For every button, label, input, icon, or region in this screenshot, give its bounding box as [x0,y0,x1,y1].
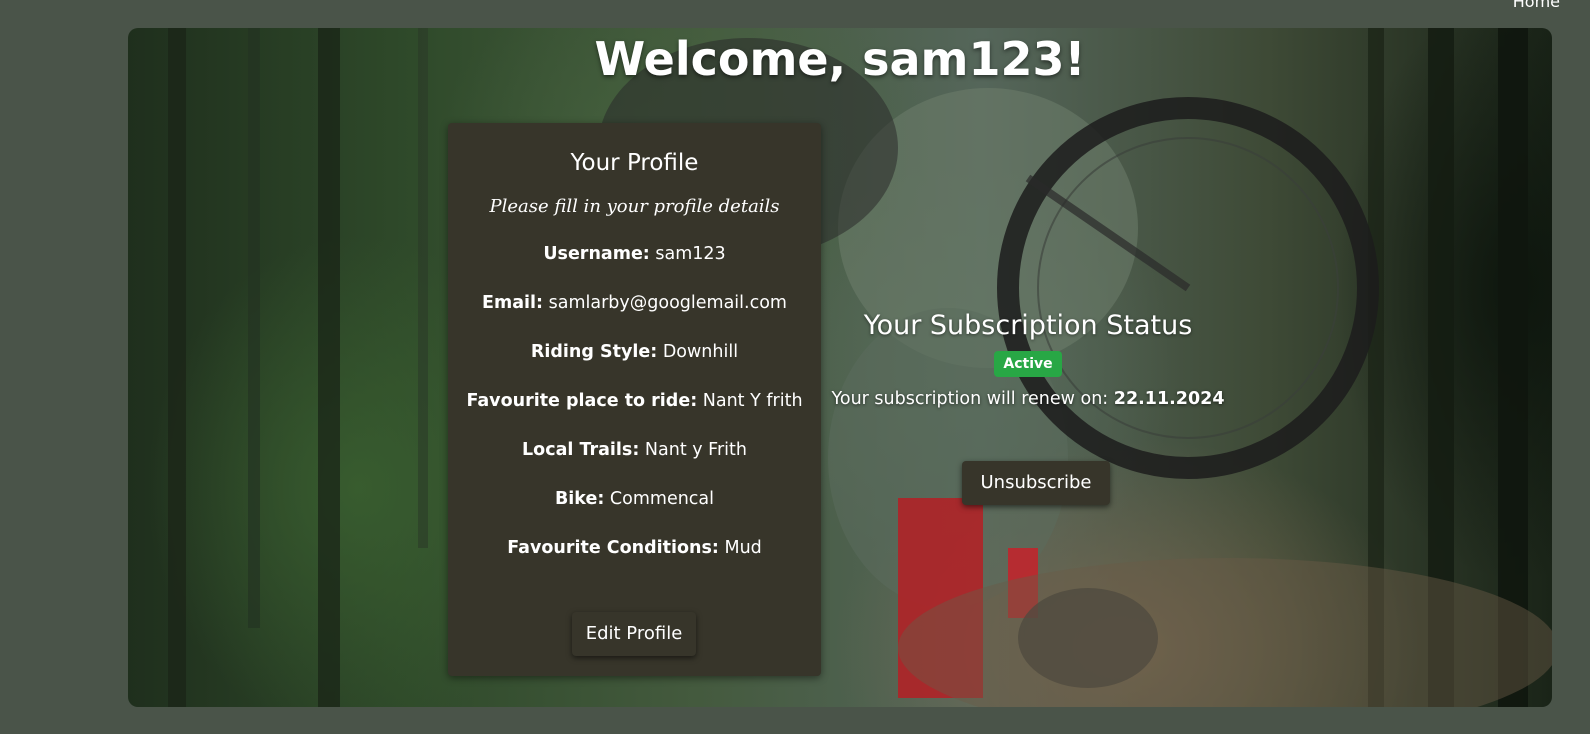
profile-field-username: Username: sam123 [448,244,821,264]
profile-card: Your Profile Please fill in your profile… [448,123,821,676]
renewal-date: 22.11.2024 [1113,389,1225,409]
profile-field-local-trails: Local Trails: Nant y Frith [448,440,821,460]
field-label: Riding Style: [530,342,658,362]
renewal-text: Your subscription will renew on: 22.11.2… [818,389,1238,409]
field-value: Downhill [662,342,739,362]
field-label: Favourite Conditions: [507,538,719,558]
profile-field-email: Email: samlarby@googlemail.com [448,293,821,313]
field-label: Username: [543,244,650,264]
status-badge: Active [994,351,1062,377]
renewal-label: Your subscription will renew on: [831,389,1109,409]
profile-heading: Your Profile [570,150,699,176]
edit-profile-button[interactable]: Edit Profile [572,612,696,656]
nav-home-link[interactable]: Home [1513,0,1560,11]
field-value: Nant y Frith [644,440,747,460]
unsubscribe-button[interactable]: Unsubscribe [962,461,1110,505]
field-value: samlarby@googlemail.com [548,293,787,313]
field-value: Nant Y frith [702,391,803,411]
subscription-panel: Your Subscription Status Active Your sub… [818,310,1238,505]
profile-field-favourite-place: Favourite place to ride: Nant Y frith [448,391,821,411]
page-title: Welcome, sam123! [594,32,1086,86]
profile-field-bike: Bike: Commencal [448,489,821,509]
field-value: Mud [724,538,762,558]
subscription-heading: Your Subscription Status [863,310,1193,341]
field-label: Bike: [554,489,605,509]
field-label: Local Trails: [522,440,640,460]
profile-field-riding-style: Riding Style: Downhill [448,342,821,362]
profile-subtitle: Please fill in your profile details [489,196,780,217]
hero-section: Welcome, sam123! Your Profile Please fil… [128,28,1552,707]
field-value: sam123 [655,244,726,264]
field-label: Favourite place to ride: [466,391,698,411]
field-value: Commencal [609,489,715,509]
field-label: Email: [482,293,544,313]
profile-field-favourite-conditions: Favourite Conditions: Mud [448,538,821,558]
